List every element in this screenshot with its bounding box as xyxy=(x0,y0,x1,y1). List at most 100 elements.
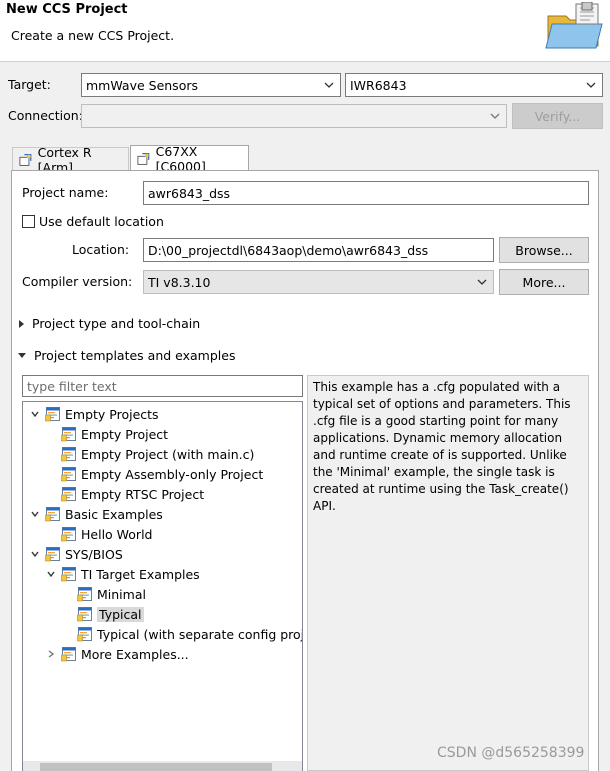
expanded-triangle-icon xyxy=(18,353,26,358)
tab-cortex-r[interactable]: Cortex R [Arm] xyxy=(12,145,129,175)
tree-item-label: Minimal xyxy=(97,586,146,602)
compiler-version-label: Compiler version: xyxy=(22,274,133,289)
use-default-location-label: Use default location xyxy=(39,214,164,229)
template-icon xyxy=(61,526,77,542)
template-icon xyxy=(61,466,77,482)
chevron-down-icon xyxy=(490,113,500,119)
template-icon xyxy=(77,606,93,622)
target-config-icon xyxy=(137,152,150,165)
tree-item[interactable]: Basic Examples xyxy=(29,504,163,524)
tree-item[interactable]: Typical (with separate config project) xyxy=(61,624,303,644)
expand-chevron-icon[interactable] xyxy=(29,548,41,560)
tree-item[interactable]: Hello World xyxy=(45,524,152,544)
chevron-down-icon xyxy=(477,279,487,285)
collapsed-triangle-icon xyxy=(19,319,24,328)
watermark: CSDN @d565258399 xyxy=(437,745,585,761)
section-toolchain-label: Project type and tool-chain xyxy=(32,316,201,331)
browse-button[interactable]: Browse... xyxy=(499,237,589,263)
description-line: typical set of options and parameters. T… xyxy=(313,397,571,411)
collapse-chevron-icon[interactable] xyxy=(45,648,57,660)
target-config-icon xyxy=(19,153,32,166)
template-icon xyxy=(61,446,77,462)
more-button[interactable]: More... xyxy=(499,269,589,295)
template-icon xyxy=(61,646,77,662)
scrollbar-thumb[interactable] xyxy=(40,763,272,771)
tree-item-label: More Examples... xyxy=(81,646,189,662)
target-device-value: IWR6843 xyxy=(350,77,407,93)
location-value: D:\00_projectdl\6843aop\demo\awr6843_dss xyxy=(148,242,429,258)
tree-item-label: Basic Examples xyxy=(65,506,163,522)
target-family-value: mmWave Sensors xyxy=(86,77,198,93)
template-tree[interactable]: Empty Projects Empty Project Empty Project… xyxy=(22,401,303,771)
description-line: applications. Dynamic memory allocation xyxy=(313,431,563,445)
connection-combo[interactable] xyxy=(81,104,507,128)
tree-item-label: Empty Assembly-only Project xyxy=(81,466,264,482)
location-input[interactable]: D:\00_projectdl\6843aop\demo\awr6843_dss xyxy=(143,238,494,262)
template-description: This example has a .cfg populated with a… xyxy=(307,375,589,771)
tree-item[interactable]: Empty Projects xyxy=(29,404,159,424)
tree-item[interactable]: Empty Project (with main.c) xyxy=(45,444,254,464)
location-label: Location: xyxy=(72,242,130,257)
tab-c67xx-label: C67XX [C6000] xyxy=(155,143,206,174)
template-icon xyxy=(77,586,93,602)
tree-item[interactable]: Typical xyxy=(61,604,144,624)
section-templates[interactable]: Project templates and examples xyxy=(18,348,235,363)
description-line: API. xyxy=(313,499,336,513)
chevron-down-icon xyxy=(586,82,596,88)
expand-chevron-icon[interactable] xyxy=(29,508,41,520)
dialog-title: New CCS Project xyxy=(6,2,128,17)
project-name-label: Project name: xyxy=(22,185,109,200)
verify-button[interactable]: Verify... xyxy=(512,103,603,129)
template-icon xyxy=(61,566,77,582)
template-icon xyxy=(61,426,77,442)
compiler-version-value: TI v8.3.10 xyxy=(148,274,211,290)
expand-chevron-icon[interactable] xyxy=(29,408,41,420)
dialog-subtitle: Create a new CCS Project. xyxy=(11,28,175,43)
template-icon xyxy=(45,506,61,522)
tree-item[interactable]: Empty RTSC Project xyxy=(45,484,204,504)
new-project-wizard-icon xyxy=(545,2,603,49)
description-line: the 'Minimal' example, the single task i… xyxy=(313,465,555,479)
tree-item-label: Empty Project (with main.c) xyxy=(81,446,255,462)
project-name-value: awr6843_dss xyxy=(148,185,231,201)
description-line: .cfg file is a good starting point for m… xyxy=(313,414,559,428)
expand-chevron-icon[interactable] xyxy=(45,568,57,580)
tree-item-label: Empty Projects xyxy=(65,406,159,422)
tree-item-label: Typical (with separate config project) xyxy=(97,626,303,642)
tree-item[interactable]: More Examples... xyxy=(45,644,189,664)
tab-c67xx[interactable]: C67XX [C6000] xyxy=(130,143,249,174)
tree-item[interactable]: TI Target Examples xyxy=(45,564,200,584)
tree-item[interactable]: Empty Assembly-only Project xyxy=(45,464,263,484)
tree-item[interactable]: SYS/BIOS xyxy=(29,544,123,564)
section-toolchain[interactable]: Project type and tool-chain xyxy=(19,316,200,331)
tree-item[interactable]: Empty Project xyxy=(45,424,168,444)
template-icon xyxy=(61,486,77,502)
filter-input[interactable]: type filter text xyxy=(22,375,303,397)
target-label: Target: xyxy=(8,77,51,92)
description-line: This example has a .cfg populated with a xyxy=(313,380,561,394)
tree-item[interactable]: Minimal xyxy=(61,584,146,604)
tree-item-label: Empty Project xyxy=(81,426,169,442)
target-device-combo[interactable]: IWR6843 xyxy=(345,73,603,97)
use-default-location-checkbox[interactable]: Use default location xyxy=(22,214,164,229)
template-icon xyxy=(45,406,61,422)
checkbox-box xyxy=(22,215,35,228)
project-name-input[interactable]: awr6843_dss xyxy=(143,181,589,205)
tree-item-label: SYS/BIOS xyxy=(65,546,123,562)
template-icon xyxy=(45,546,61,562)
tree-item-label: TI Target Examples xyxy=(81,566,200,582)
compiler-version-combo[interactable]: TI v8.3.10 xyxy=(143,270,494,294)
description-line: and runtime create of is supported. Unli… xyxy=(313,448,567,462)
section-templates-label: Project templates and examples xyxy=(34,348,236,363)
target-family-combo[interactable]: mmWave Sensors xyxy=(81,73,341,97)
tree-item-label: Typical xyxy=(97,606,144,622)
chevron-down-icon xyxy=(324,82,334,88)
